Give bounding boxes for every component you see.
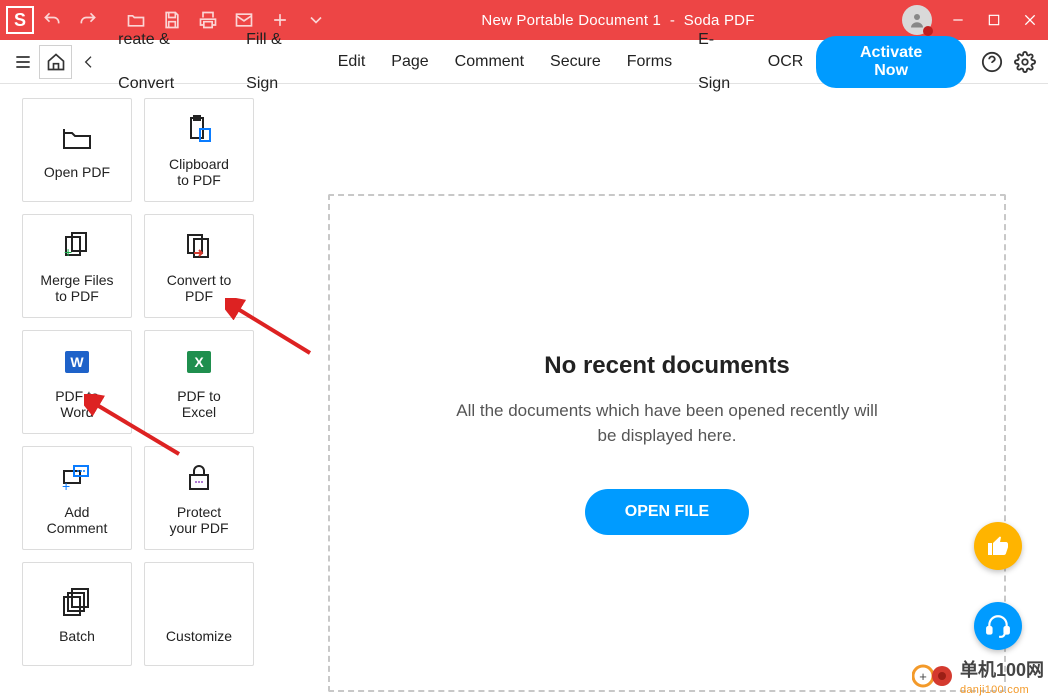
- back-button[interactable]: [72, 45, 105, 79]
- watermark-url: danji100.com: [960, 684, 1029, 696]
- svg-text:W: W: [70, 354, 84, 370]
- svg-text:X: X: [194, 354, 204, 370]
- svg-text:+: +: [64, 244, 72, 260]
- tool-add-comment[interactable]: + Add Comment: [22, 446, 132, 550]
- menu-item-forms[interactable]: Forms: [614, 40, 685, 84]
- tool-customize[interactable]: Customize: [144, 562, 254, 666]
- help-button[interactable]: [976, 45, 1009, 79]
- tool-grid: Open PDF Clipboard to PDF + Merge Files to …: [0, 84, 268, 698]
- menu-item-comment[interactable]: Comment: [442, 40, 537, 84]
- no-recent-subtitle: All the documents which have been opened…: [447, 398, 887, 449]
- tool-label: Batch: [59, 628, 95, 644]
- tool-batch[interactable]: Batch: [22, 562, 132, 666]
- tool-to-word[interactable]: W PDF to Word: [22, 330, 132, 434]
- settings-button[interactable]: [1009, 45, 1042, 79]
- merge-icon: +: [60, 228, 94, 264]
- watermark-icon: +: [912, 663, 956, 689]
- tool-label: Open PDF: [44, 164, 110, 180]
- tool-label: PDF to Word: [55, 388, 99, 420]
- batch-icon: [60, 584, 94, 620]
- tool-label: Protect your PDF: [169, 504, 228, 536]
- comment-icon: +: [60, 460, 94, 496]
- menu-item-secure[interactable]: Secure: [537, 40, 614, 84]
- tool-open-pdf[interactable]: Open PDF: [22, 98, 132, 202]
- clipboard-icon: [182, 112, 216, 148]
- undo-button[interactable]: [34, 0, 70, 40]
- close-button[interactable]: [1012, 0, 1048, 40]
- folder-icon: [60, 120, 94, 156]
- convert-icon: [182, 228, 216, 264]
- lock-icon: [182, 460, 216, 496]
- content-area: No recent documents All the documents wh…: [268, 84, 1048, 698]
- tool-label: Clipboard to PDF: [169, 156, 229, 188]
- tool-clipboard-pdf[interactable]: Clipboard to PDF: [144, 98, 254, 202]
- hamburger-menu[interactable]: [6, 45, 39, 79]
- tool-protect[interactable]: Protect your PDF: [144, 446, 254, 550]
- tool-merge[interactable]: + Merge Files to PDF: [22, 214, 132, 318]
- feedback-button[interactable]: [974, 522, 1022, 570]
- watermark: + 单机100网 danji100.com: [912, 656, 1044, 696]
- word-icon: W: [61, 344, 93, 380]
- tool-label: PDF to Excel: [177, 388, 221, 420]
- home-button[interactable]: [39, 45, 72, 79]
- menu-item-page[interactable]: Page: [378, 40, 441, 84]
- no-recent-title: No recent documents: [544, 352, 789, 380]
- minimize-button[interactable]: [940, 0, 976, 40]
- tool-label: Merge Files to PDF: [40, 272, 113, 304]
- tool-label: Convert to PDF: [167, 272, 232, 304]
- app-logo: S: [6, 6, 34, 34]
- menu-item-reate-convert[interactable]: reate & Convert: [105, 18, 233, 106]
- main-toolbar: reate & ConvertFill & SignEditPageCommen…: [0, 40, 1048, 84]
- svg-text:+: +: [62, 478, 70, 493]
- activate-button[interactable]: Activate Now: [816, 36, 966, 88]
- main-area: Open PDF Clipboard to PDF + Merge Files to …: [0, 84, 1048, 698]
- tool-convert[interactable]: Convert to PDF: [144, 214, 254, 318]
- maximize-button[interactable]: [976, 0, 1012, 40]
- open-file-button[interactable]: OPEN FILE: [585, 489, 749, 535]
- tool-label: Customize: [166, 628, 232, 644]
- svg-text:+: +: [919, 669, 927, 684]
- user-avatar[interactable]: [902, 5, 932, 35]
- support-button[interactable]: [974, 602, 1022, 650]
- menu-item-ocr[interactable]: OCR: [755, 40, 817, 84]
- excel-icon: X: [183, 344, 215, 380]
- tool-label: Add Comment: [47, 504, 108, 536]
- watermark-text: 单机100网: [960, 660, 1044, 680]
- redo-button[interactable]: [70, 0, 106, 40]
- tool-to-excel[interactable]: X PDF to Excel: [144, 330, 254, 434]
- menu-item-edit[interactable]: Edit: [325, 40, 379, 84]
- recent-documents-zone: No recent documents All the documents wh…: [328, 194, 1006, 692]
